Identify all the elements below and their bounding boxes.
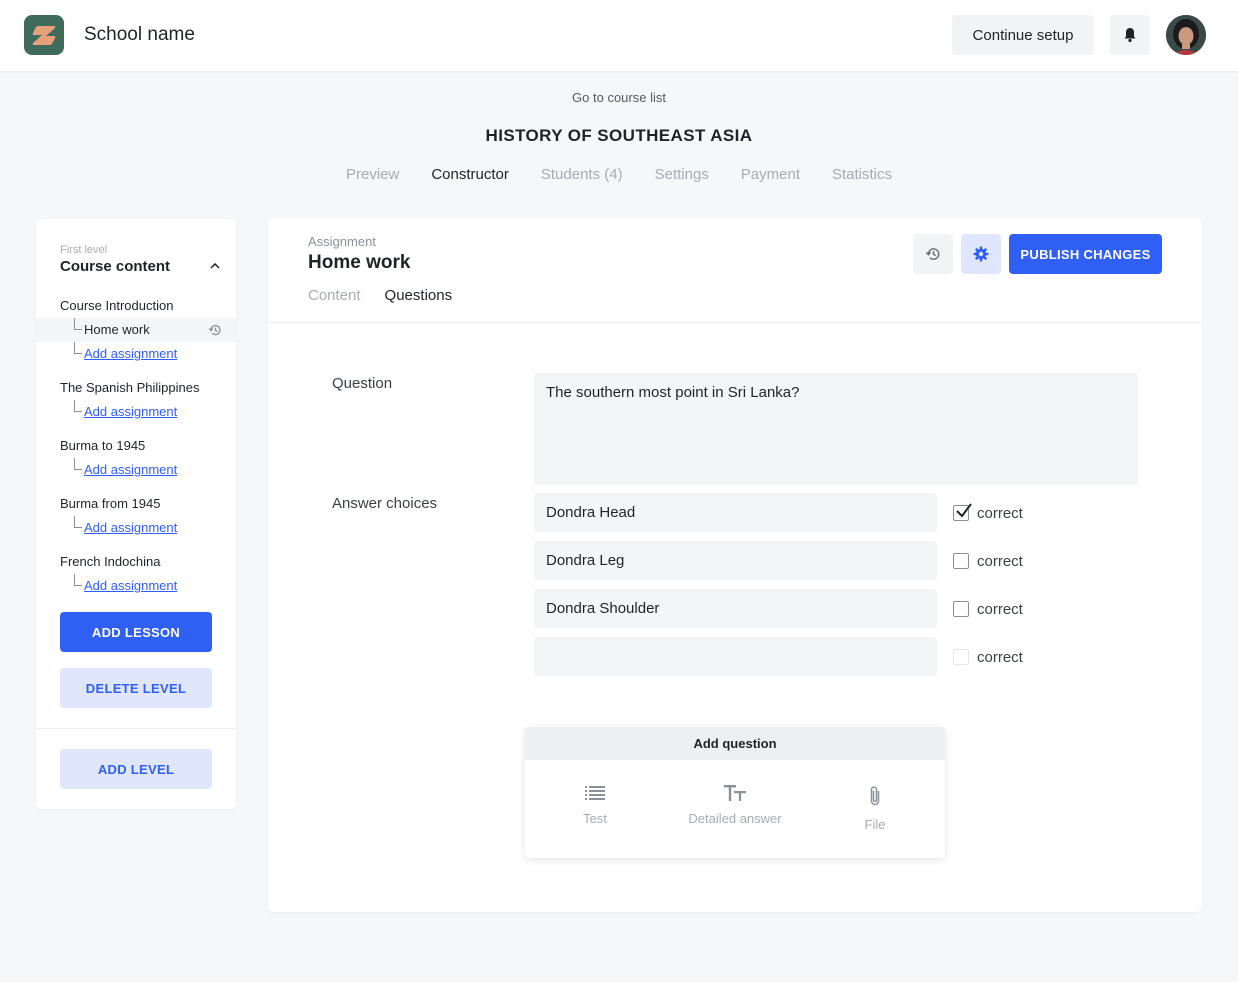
go-to-course-list-link[interactable]: Go to course list: [0, 90, 1238, 105]
school-name: School name: [84, 24, 195, 45]
level-title: Course content: [60, 258, 171, 275]
assignment-caption: Assignment: [308, 234, 376, 249]
answer-choice-field[interactable]: [534, 637, 937, 676]
correct-label: correct: [977, 505, 1023, 522]
history-icon[interactable]: [208, 323, 222, 337]
question-text-field[interactable]: The southern most point in Sri Lanka?: [534, 373, 1138, 485]
tree-connector: [74, 574, 82, 586]
gear-icon: [973, 246, 989, 262]
tree-connector: [74, 458, 82, 470]
course-structure-sidebar: First level Course content Course Introd…: [36, 219, 236, 809]
notifications-button[interactable]: [1110, 15, 1150, 55]
assignment-title: Home work: [308, 252, 411, 273]
lesson-title[interactable]: Course Introduction: [60, 298, 173, 313]
sidebar-divider: [36, 728, 236, 729]
assignment-label: Home work: [84, 322, 150, 337]
add-lesson-button[interactable]: ADD LESSON: [60, 612, 212, 652]
tree-connector: [74, 516, 82, 528]
answer-choice-field[interactable]: Dondra Shoulder: [534, 589, 937, 628]
add-question-title: Add question: [525, 727, 945, 760]
publish-changes-button[interactable]: PUBLISH CHANGES: [1009, 234, 1162, 274]
bell-icon: [1124, 28, 1136, 43]
correct-label: correct: [977, 649, 1023, 666]
lesson-title[interactable]: Burma from 1945: [60, 496, 160, 511]
option-label: Detailed answer: [688, 811, 782, 826]
option-label: File: [864, 817, 886, 832]
level-caption: First level: [60, 244, 108, 256]
answer-choice-field[interactable]: Dondra Leg: [534, 541, 937, 580]
checkmark-icon: [956, 503, 972, 518]
correct-label: correct: [977, 601, 1023, 618]
list-icon: [585, 786, 605, 800]
answer-choice-field[interactable]: Dondra Head: [534, 493, 937, 532]
tree-connector: [74, 342, 82, 354]
user-avatar[interactable]: [1166, 15, 1206, 55]
tab-questions[interactable]: Questions: [385, 287, 453, 304]
history-icon: [925, 248, 940, 260]
chevron-up-icon[interactable]: [210, 263, 220, 269]
assignment-editor-panel: Assignment Home work Content Questions P…: [268, 218, 1202, 912]
lesson-title[interactable]: Burma to 1945: [60, 438, 145, 453]
add-detailed-answer-button[interactable]: Detailed answer: [665, 785, 805, 826]
add-assignment-link[interactable]: Add assignment: [84, 578, 177, 593]
tab-constructor[interactable]: Constructor: [431, 166, 509, 183]
tab-preview[interactable]: Preview: [346, 166, 399, 183]
assignment-tabs: Content Questions: [308, 287, 452, 304]
delete-level-button[interactable]: DELETE LEVEL: [60, 668, 212, 708]
add-assignment-link[interactable]: Add assignment: [84, 462, 177, 477]
correct-checkbox[interactable]: [953, 601, 969, 617]
add-test-question-button[interactable]: Test: [525, 785, 665, 826]
history-button[interactable]: [913, 234, 953, 274]
tree-connector: [74, 400, 82, 412]
paperclip-icon: [870, 786, 880, 806]
assignment-item-home-work[interactable]: Home work: [36, 318, 236, 342]
option-label: Test: [583, 811, 607, 826]
tab-settings[interactable]: Settings: [655, 166, 709, 183]
correct-label: correct: [977, 553, 1023, 570]
text-format-icon: [724, 785, 746, 801]
question-label: Question: [332, 375, 393, 392]
correct-checkbox[interactable]: [953, 553, 969, 569]
lesson-title[interactable]: French Indochina: [60, 554, 160, 569]
add-question-card: Add question Test Detailed answer File: [525, 727, 945, 858]
panel-divider: [268, 322, 1202, 323]
tab-statistics[interactable]: Statistics: [832, 166, 892, 183]
lesson-title[interactable]: The Spanish Philippines: [60, 380, 199, 395]
tab-students[interactable]: Students (4): [541, 166, 623, 183]
add-assignment-link[interactable]: Add assignment: [84, 404, 177, 419]
add-file-question-button[interactable]: File: [805, 785, 945, 832]
tab-payment[interactable]: Payment: [741, 166, 800, 183]
top-bar: School name Continue setup: [0, 0, 1238, 71]
settings-button[interactable]: [961, 234, 1001, 274]
add-assignment-link[interactable]: Add assignment: [84, 520, 177, 535]
add-assignment-link[interactable]: Add assignment: [84, 346, 177, 361]
continue-setup-button[interactable]: Continue setup: [952, 15, 1094, 55]
correct-checkbox[interactable]: [953, 649, 969, 665]
course-tabs: Preview Constructor Students (4) Setting…: [0, 166, 1238, 183]
tree-connector: [74, 318, 82, 330]
school-logo-icon[interactable]: [24, 15, 64, 55]
add-level-button[interactable]: ADD LEVEL: [60, 749, 212, 789]
answer-choices-label: Answer choices: [332, 495, 438, 512]
course-title: HISTORY OF SOUTHEAST ASIA: [485, 126, 753, 145]
tab-content[interactable]: Content: [308, 287, 361, 304]
correct-checkbox[interactable]: [953, 503, 972, 521]
